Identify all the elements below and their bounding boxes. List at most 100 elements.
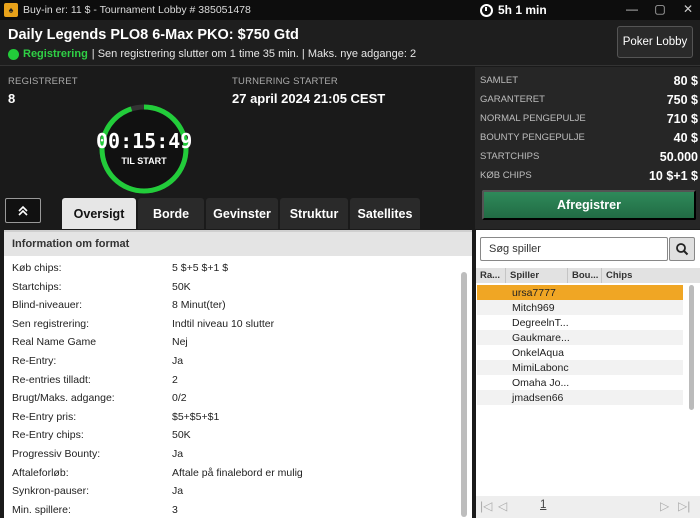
- format-row: Re-entries tilladt: 2: [12, 371, 452, 389]
- registered-label: REGISTRERET: [8, 76, 78, 87]
- search-icon: [676, 243, 689, 256]
- last-page-icon[interactable]: ▷|: [678, 499, 690, 513]
- col-chips[interactable]: Chips: [602, 268, 652, 283]
- tab-oversigt[interactable]: Oversigt: [62, 198, 136, 229]
- players-pager: |◁ ◁ 1 ▷ ▷|: [476, 496, 700, 518]
- format-key: Re-Entry:: [12, 355, 57, 367]
- format-key: Brugt/Maks. adgange:: [12, 392, 115, 405]
- status-label: Registrering: [23, 48, 88, 60]
- format-value: 2: [172, 373, 178, 386]
- prev-page-icon[interactable]: ◁: [498, 499, 507, 513]
- format-value: Indtil niveau 10 slutter: [172, 317, 275, 330]
- next-page-icon[interactable]: ▷: [660, 499, 669, 513]
- player-row[interactable]: Gaukmare...: [477, 330, 683, 345]
- player-row[interactable]: Mitch969: [477, 300, 683, 315]
- col-rank[interactable]: Ra...: [476, 268, 506, 283]
- prize-label: KØB CHIPS: [480, 170, 532, 181]
- player-row[interactable]: ursa7777: [477, 285, 683, 300]
- search-button[interactable]: [669, 237, 695, 261]
- player-row[interactable]: jmadsen66: [477, 390, 683, 405]
- format-row: Aftaleforløb: Aftale på finalebord er mul…: [12, 464, 452, 482]
- format-key: Køb chips:: [12, 262, 62, 274]
- tab-struktur[interactable]: Struktur: [280, 198, 348, 229]
- window-title: Buy-in er: 11 $ - Tournament Lobby # 385…: [23, 4, 251, 16]
- format-key: Real Name Game: [12, 336, 97, 349]
- prize-row: KØB CHIPS 10 $+1 $: [480, 166, 698, 185]
- prize-row: BOUNTY PENGEPULJE 40 $: [480, 128, 698, 147]
- format-value: Aftale på finalebord er mulig: [172, 466, 303, 479]
- registered-value: 8: [8, 91, 16, 106]
- prize-value: 40 $: [673, 130, 698, 145]
- players-table-header: Ra... Spiller Bou... Chips: [476, 268, 700, 283]
- tournament-name: Daily Legends PLO8 6-Max PKO: $750 Gtd: [8, 27, 299, 43]
- countdown-label: TIL START: [121, 156, 167, 166]
- format-value: $5+$5+$1: [172, 410, 220, 423]
- format-row: Progressiv Bounty: Ja: [12, 445, 452, 463]
- session-timer-text: 5h 1 min: [498, 3, 547, 17]
- collapse-button[interactable]: [5, 198, 41, 223]
- format-value: 50K: [172, 429, 191, 442]
- format-value: 8 Minut(ter): [172, 299, 226, 312]
- prize-value: 50.000: [659, 149, 698, 164]
- format-row: Startchips: 50K: [12, 278, 452, 296]
- format-value: Nej: [172, 336, 188, 349]
- player-search-input[interactable]: Søg spiller: [480, 237, 668, 261]
- tab-borde[interactable]: Borde: [138, 198, 204, 229]
- col-player[interactable]: Spiller: [506, 268, 568, 283]
- prize-label: STARTCHIPS: [480, 151, 540, 162]
- prize-label: SAMLET: [480, 75, 519, 86]
- format-row: Re-Entry: Ja: [12, 352, 452, 370]
- countdown-timer: 00:15:49 TIL START: [96, 101, 192, 197]
- player-row[interactable]: OnkelAqua: [477, 345, 683, 360]
- tab-gevinster[interactable]: Gevinster: [206, 198, 278, 229]
- poker-lobby-button[interactable]: Poker Lobby: [617, 26, 693, 58]
- format-key: Blind-niveauer:: [12, 299, 83, 312]
- format-row: Re-Entry chips: 50K: [12, 426, 452, 444]
- prize-row: STARTCHIPS 50.000: [480, 147, 698, 166]
- format-row: Køb chips: 5 $+5 $+1 $: [12, 259, 452, 277]
- double-chevron-up-icon: [18, 205, 28, 216]
- format-key: Aftaleforløb:: [12, 466, 69, 479]
- players-scrollbar[interactable]: [689, 285, 694, 410]
- format-row: Min. spillere: 3: [12, 501, 452, 518]
- prize-value: 10 $+1 $: [648, 168, 698, 183]
- status-line: Registrering | Sen registrering slutter …: [8, 48, 416, 60]
- prize-row: NORMAL PENGEPULJE 710 $: [480, 109, 698, 128]
- format-key: Re-Entry pris:: [12, 410, 77, 423]
- format-row: Blind-niveauer: 8 Minut(ter): [12, 296, 452, 314]
- format-row: Synkron-pauser: Ja: [12, 482, 452, 500]
- format-key: Progressiv Bounty:: [12, 448, 101, 460]
- player-row[interactable]: MimiLabonc: [477, 360, 683, 375]
- format-value: 5 $+5 $+1 $: [172, 262, 229, 274]
- page-number[interactable]: 1: [540, 499, 546, 511]
- format-key: Synkron-pauser:: [12, 485, 90, 498]
- prize-label: BOUNTY PENGEPULJE: [480, 132, 585, 143]
- clock-icon: [480, 3, 493, 17]
- tournament-header: Daily Legends PLO8 6-Max PKO: $750 Gtd R…: [0, 20, 700, 66]
- format-row: Sen registrering: Indtil niveau 10 slutte…: [12, 315, 452, 333]
- first-page-icon[interactable]: |◁: [480, 499, 492, 513]
- format-value: 0/2: [172, 392, 187, 405]
- format-key: Min. spillere:: [12, 503, 71, 516]
- maximize-icon[interactable]: ▢: [654, 2, 666, 16]
- status-details: | Sen registrering slutter om 1 time 35 …: [91, 48, 417, 60]
- format-row: Brugt/Maks. adgange: 0/2: [12, 389, 452, 407]
- minimize-icon[interactable]: —: [626, 2, 638, 16]
- status-dot-icon: [8, 48, 19, 60]
- col-bounty[interactable]: Bou...: [568, 268, 602, 283]
- unregister-button[interactable]: Afregistrer: [482, 190, 696, 220]
- format-row: Re-Entry pris: $5+$5+$1: [12, 408, 452, 426]
- close-icon[interactable]: ✕: [682, 2, 694, 16]
- session-timer: 5h 1 min: [480, 3, 547, 17]
- player-row[interactable]: DegreelnT...: [477, 315, 683, 330]
- format-row: Real Name Game Nej: [12, 333, 452, 351]
- format-key: Startchips:: [12, 280, 62, 293]
- prize-value: 710 $: [666, 111, 698, 126]
- format-key: Re-Entry chips:: [12, 429, 84, 442]
- format-scrollbar[interactable]: [461, 272, 467, 517]
- player-row[interactable]: Omaha Jo...: [477, 375, 683, 390]
- prize-label: GARANTERET: [480, 94, 545, 105]
- prize-value: 750 $: [666, 92, 698, 107]
- prize-row: GARANTERET 750 $: [480, 90, 698, 109]
- tab-satellites[interactable]: Satellites: [350, 198, 420, 229]
